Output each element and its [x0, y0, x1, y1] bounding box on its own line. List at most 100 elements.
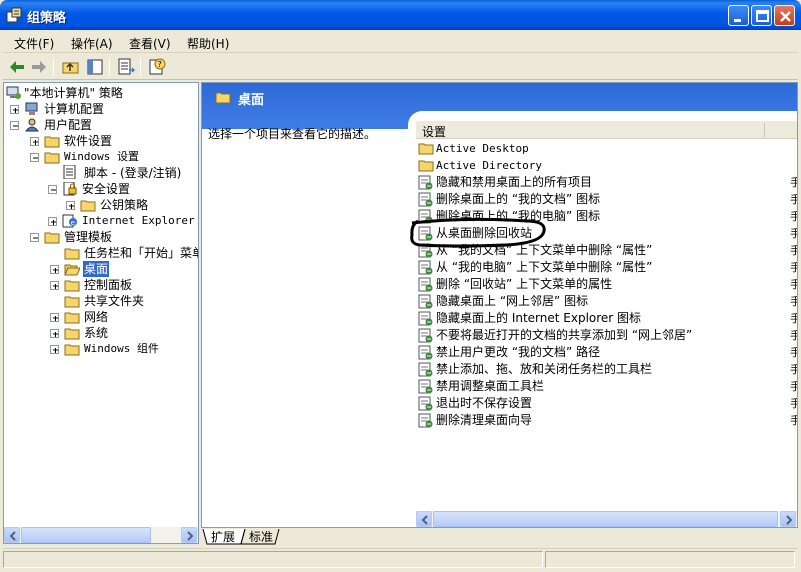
arrow-left-icon [9, 531, 16, 541]
tab-standard[interactable]: 标准 [249, 529, 273, 545]
setting-state: 手 [790, 225, 797, 242]
tree-node-computer-config[interactable]: 计算机配置 [10, 101, 196, 117]
policy-setting-item[interactable]: 删除 “回收站” 上下文菜单的属性 手 [416, 276, 797, 293]
expand-plus-icon[interactable] [66, 201, 75, 210]
policy-setting-item[interactable]: 禁用调整桌面工具栏 手 [416, 378, 797, 395]
tree-node-shared-folders[interactable]: 共享文件夹 [64, 293, 196, 309]
scroll-right-button[interactable] [780, 511, 796, 527]
tree-node-taskbar-start-menu[interactable]: 任务栏和「开始」菜单 [64, 245, 198, 261]
close-icon [780, 11, 791, 22]
menu-file[interactable]: 文件(F) [14, 35, 54, 52]
toolbar-separator [109, 58, 110, 76]
setting-label: 删除清理桌面向导 [436, 413, 533, 427]
setting-label: 隐藏和禁用桌面上的所有项目 [436, 175, 593, 189]
policy-setting-item[interactable]: 不要将最近打开的文档的共享添加到 “网上邻居” 手 [416, 327, 797, 344]
folder-icon [418, 143, 434, 155]
settings-folder-item[interactable]: Active Directory [416, 157, 797, 174]
folder-icon [64, 248, 80, 260]
up-folder-icon[interactable] [61, 57, 81, 77]
menu-action[interactable]: 操作(A) [71, 35, 113, 52]
svg-text:?: ? [158, 60, 162, 69]
expand-plus-icon[interactable] [50, 281, 59, 290]
scroll-right-button[interactable] [181, 527, 197, 543]
policy-setting-icon [418, 396, 433, 411]
tree-node-network[interactable]: 网络 [50, 309, 196, 325]
scroll-left-button[interactable] [416, 511, 432, 527]
expand-plus-icon[interactable] [10, 105, 19, 114]
tree-horizontal-scrollbar[interactable] [4, 527, 198, 543]
help-icon[interactable]: ? [147, 57, 167, 77]
forward-arrow-icon[interactable] [29, 57, 49, 77]
column-header-setting[interactable]: 设置 [416, 121, 797, 139]
title-bar[interactable]: 组策略 [0, 0, 801, 30]
policy-setting-icon [418, 294, 433, 309]
tree-node-user-config[interactable]: 用户配置 [10, 117, 196, 133]
tree-node-control-panel[interactable]: 控制面板 [50, 277, 196, 293]
setting-label: Active Directory [436, 159, 542, 172]
tree-pane[interactable]: "本地计算机" 策略 计算机配置 用户配置 软件设置 Windows 设置 脚本… [3, 82, 199, 544]
policy-setting-item[interactable]: 禁止添加、拖、放和关闭任务栏的工具栏 手 [416, 361, 797, 378]
tree-node-public-key[interactable]: 公钥策略 [66, 197, 196, 213]
details-pane: 桌面 选择一个项目来查看它的描述。 设置 Active Desktop Activ… [201, 82, 798, 528]
details-title: 桌面 [238, 93, 265, 108]
tree-node-ie-maintenance[interactable]: e Internet Explorer 维 [48, 213, 198, 229]
tree-node-windows-settings[interactable]: Windows 设置 [30, 149, 196, 165]
view-tabs: 扩展 标准 [201, 529, 401, 546]
setting-label: 隐藏桌面上 “网上邻居” 图标 [436, 294, 589, 308]
tree-node-root[interactable]: "本地计算机" 策略 [6, 85, 196, 101]
setting-state: 手 [790, 327, 797, 344]
policy-setting-icon [418, 192, 433, 207]
scroll-thumb[interactable] [433, 511, 778, 527]
tree-node-software[interactable]: 软件设置 [30, 133, 196, 149]
minimize-button[interactable] [728, 5, 749, 26]
policy-setting-icon [418, 379, 433, 394]
column-divider[interactable] [764, 123, 765, 137]
policy-setting-item[interactable]: 隐藏和禁用桌面上的所有项目 手 [416, 174, 797, 191]
folder-icon [64, 344, 80, 356]
expand-plus-icon[interactable] [50, 313, 59, 322]
arrow-right-icon [187, 531, 194, 541]
collapse-minus-icon[interactable] [30, 233, 39, 242]
tree-node-system[interactable]: 系统 [50, 325, 196, 341]
scroll-left-button[interactable] [4, 527, 20, 543]
setting-label: 禁止用户更改 “我的文档” 路径 [436, 345, 601, 359]
setting-state: 手 [790, 361, 797, 378]
settings-horizontal-scrollbar[interactable] [416, 511, 797, 527]
tab-extended[interactable]: 扩展 [211, 529, 235, 545]
expand-plus-icon[interactable] [48, 217, 57, 226]
collapse-minus-icon[interactable] [48, 185, 57, 194]
back-arrow-icon[interactable] [7, 57, 27, 77]
collapse-minus-icon[interactable] [30, 153, 39, 162]
policy-setting-item[interactable]: 删除桌面上的 “我的文档” 图标 手 [416, 191, 797, 208]
settings-folder-item[interactable]: Active Desktop [416, 140, 797, 157]
expand-plus-icon[interactable] [50, 345, 59, 354]
menu-view[interactable]: 查看(V) [129, 35, 171, 52]
policy-setting-item[interactable]: 隐藏桌面上 “网上邻居” 图标 手 [416, 293, 797, 310]
menu-help[interactable]: 帮助(H) [187, 35, 229, 52]
tree-node-security[interactable]: 安全设置 [48, 181, 196, 197]
policy-setting-item[interactable]: 删除清理桌面向导 手 [416, 412, 797, 429]
policy-setting-item[interactable]: 退出时不保存设置 手 [416, 395, 797, 412]
expand-plus-icon[interactable] [30, 137, 39, 146]
tree-node-desktop[interactable]: 桌面 [50, 261, 196, 277]
expand-plus-icon[interactable] [50, 329, 59, 338]
policy-setting-item[interactable]: 禁止用户更改 “我的文档” 路径 手 [416, 344, 797, 361]
folder-icon [80, 200, 96, 212]
toolbar-separator [53, 58, 54, 76]
policy-setting-icon [418, 328, 433, 343]
close-button[interactable] [774, 5, 795, 26]
tree-node-scripts[interactable]: 脚本 - (登录/注销) [62, 165, 196, 181]
policy-setting-item[interactable]: 从 “我的电脑” 上下文菜单中删除 “属性” 手 [416, 259, 797, 276]
collapse-minus-icon[interactable] [10, 121, 19, 130]
tree-node-windows-components[interactable]: Windows 组件 [50, 341, 196, 357]
setting-label: 删除 “回收站” 上下文菜单的属性 [436, 277, 613, 291]
expand-plus-icon[interactable] [50, 265, 59, 274]
maximize-button[interactable] [751, 5, 772, 26]
scroll-thumb[interactable] [21, 527, 151, 543]
policy-setting-item[interactable]: 隐藏桌面上的 Internet Explorer 图标 手 [416, 310, 797, 327]
tree-node-admin-templates[interactable]: 管理模板 [30, 229, 196, 245]
show-hide-tree-icon[interactable] [85, 57, 105, 77]
setting-state: 手 [790, 276, 797, 293]
setting-state: 手 [790, 259, 797, 276]
export-list-icon[interactable] [116, 57, 136, 77]
